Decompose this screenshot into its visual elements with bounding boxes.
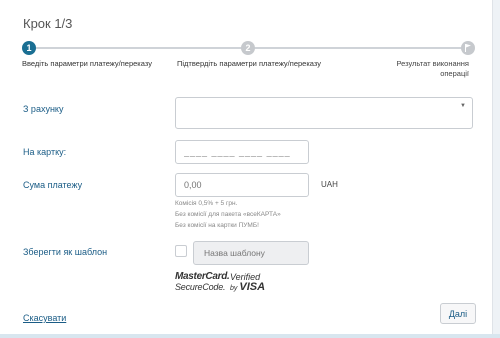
save-template-label: Зберегти як шаблон — [23, 247, 108, 257]
step-1-label: Введіть параметри платежу/переказу — [22, 59, 152, 68]
step-2-label: Підтвердіть параметри платежу/переказу — [177, 59, 321, 68]
template-name-input[interactable] — [193, 241, 309, 265]
step-2-indicator: 2 — [241, 41, 255, 55]
step-1-indicator: 1 — [22, 41, 36, 55]
commission-note: Без комісії для пакета «всеКАРТА» — [175, 211, 281, 218]
flag-icon — [465, 44, 471, 52]
visa-logo-line2: by VISA — [230, 282, 270, 294]
commission-note: Комісія 0,5% + 5 грн. — [175, 200, 238, 207]
visa-logo-by: by — [230, 285, 238, 292]
step-3-label: Результат виконання операції — [396, 59, 469, 78]
mastercard-logo-line1: MasterCard. — [175, 271, 230, 282]
cancel-link[interactable]: Скасувати — [23, 313, 66, 323]
step-3-indicator — [461, 41, 475, 55]
next-button[interactable]: Далі — [440, 303, 476, 324]
currency-label: UAH — [321, 180, 338, 189]
save-template-checkbox[interactable] — [175, 245, 187, 257]
chevron-down-icon: ▼ — [460, 103, 466, 109]
from-account-select[interactable]: ▼ — [175, 97, 473, 129]
mastercard-securecode-logo: MasterCard. SecureCode. — [175, 271, 230, 294]
amount-label: Сума платежу — [23, 180, 83, 190]
visa-logo-brand: VISA — [239, 281, 266, 293]
page-title: Крок 1/3 — [23, 16, 73, 31]
amount-input[interactable] — [175, 173, 309, 197]
card-label: На картку: — [23, 147, 67, 157]
transfer-form-panel: Крок 1/3 1 2 Введіть параметри платежу/п… — [0, 0, 493, 338]
card-number-input[interactable] — [175, 140, 309, 164]
mastercard-logo-line2: SecureCode. — [175, 282, 226, 292]
commission-note: Без комісії на картки ПУМБ! — [175, 222, 259, 229]
page-side-background — [493, 0, 500, 338]
verified-by-visa-logo: Verified by VISA — [230, 272, 270, 294]
page-bottom-background — [0, 334, 500, 338]
from-account-label: З рахунку — [23, 104, 64, 114]
